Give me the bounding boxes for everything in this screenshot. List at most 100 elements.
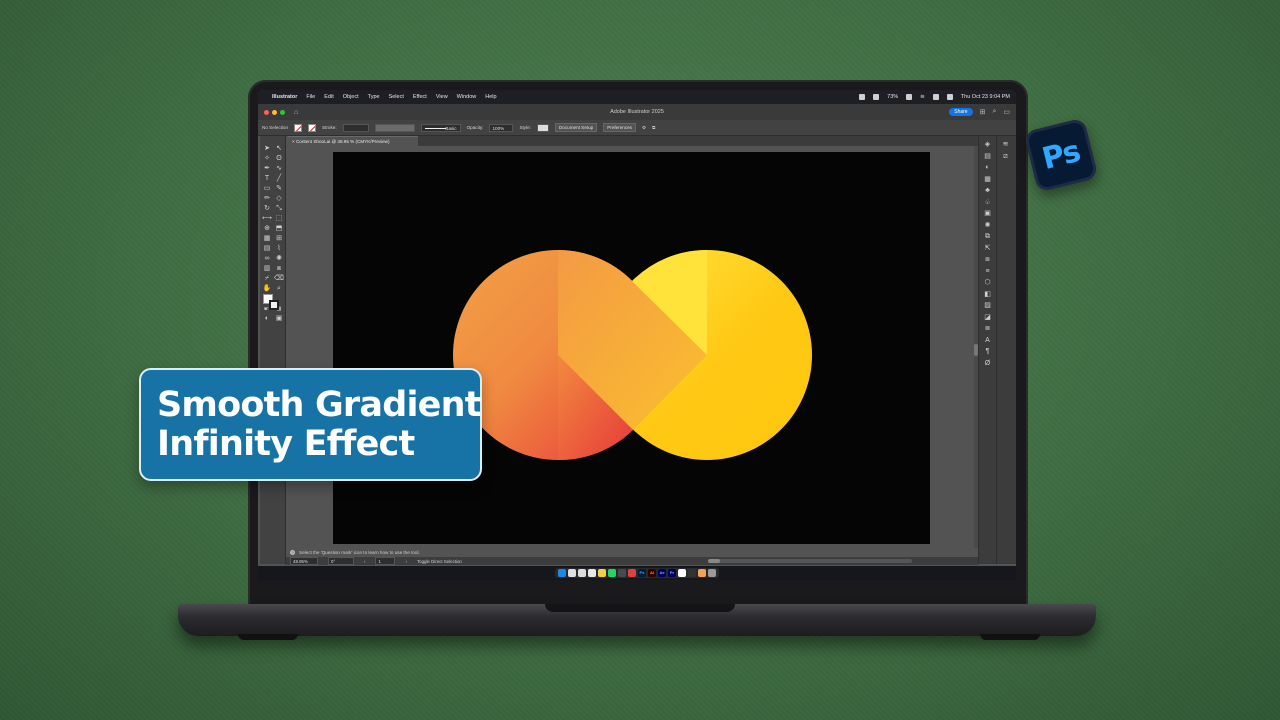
paragraph-panel-icon[interactable]: ¶ — [981, 347, 995, 357]
rotation-field[interactable]: 0° — [328, 557, 354, 565]
blend-tool-icon[interactable]: ∞ — [261, 254, 273, 264]
gradient-tool-icon[interactable]: ▤ — [261, 244, 273, 254]
brush-definition-field[interactable]: Basic — [420, 123, 461, 132]
illustrator-app-icon[interactable]: Ai — [648, 569, 656, 577]
draw-mode-icon[interactable]: ◐ — [261, 314, 273, 324]
type-tool-icon[interactable]: T — [261, 174, 273, 184]
layers-panel-icon[interactable]: ⧉ — [981, 232, 995, 242]
settings-app-icon[interactable] — [618, 569, 626, 577]
safari-app-icon[interactable] — [578, 569, 586, 577]
artboards-panel-icon[interactable]: ⧈ — [981, 255, 995, 265]
asset-export-icon[interactable]: ⧄ — [999, 152, 1013, 162]
notes-app-icon[interactable] — [598, 569, 606, 577]
slice-tool-icon[interactable]: ⌿ — [261, 274, 273, 284]
direct-selection-tool-icon[interactable]: ↖ — [273, 144, 285, 154]
eyedropper-tool-icon[interactable]: ⌇ — [273, 244, 285, 254]
screen-record-icon[interactable] — [873, 94, 880, 100]
question-mark-icon[interactable]: ? — [290, 550, 295, 555]
screen-mode-icon[interactable]: ▣ — [273, 314, 285, 324]
launchpad-app-icon[interactable] — [568, 569, 576, 577]
hand-tool-icon[interactable]: ✋ — [261, 284, 273, 294]
brushes-panel-icon[interactable]: ♣ — [981, 186, 995, 196]
align-icon[interactable]: ⚙ — [642, 125, 646, 131]
arrange-icon[interactable]: ⊞ — [980, 108, 986, 116]
perspective-grid-tool-icon[interactable]: ▦ — [261, 234, 273, 244]
pen-tool-icon[interactable]: ✒ — [261, 164, 273, 174]
menu-view[interactable]: View — [436, 94, 448, 100]
menu-file[interactable]: File — [306, 94, 315, 100]
menu-type[interactable]: Type — [368, 94, 380, 100]
menubar-clock[interactable]: Thu Oct 23 9:04 PM — [961, 94, 1010, 100]
color-panel-icon[interactable]: ◐ — [981, 163, 995, 173]
trash-icon[interactable] — [708, 569, 716, 577]
opacity-field[interactable]: 100% — [489, 123, 514, 132]
scale-tool-icon[interactable]: ⤡ — [273, 204, 285, 214]
layers-stack-icon[interactable]: ≋ — [999, 140, 1013, 150]
pencil-tool-icon[interactable]: ✏ — [261, 194, 273, 204]
menu-window[interactable]: Window — [457, 94, 477, 100]
menu-app-name[interactable]: Illustrator — [272, 94, 297, 100]
paintbrush-tool-icon[interactable]: ✎ — [273, 184, 285, 194]
calendar-app-icon[interactable] — [588, 569, 596, 577]
document-setup-button[interactable]: Document Setup — [554, 123, 598, 132]
export-panel-icon[interactable]: ⇱ — [981, 244, 995, 254]
menu-edit[interactable]: Edit — [324, 94, 333, 100]
fill-swatch[interactable] — [294, 123, 303, 132]
column-graph-tool-icon[interactable]: ▥ — [261, 264, 273, 274]
whatsapp-app-icon[interactable] — [608, 569, 616, 577]
character-panel-icon[interactable]: A — [981, 336, 995, 346]
menu-object[interactable]: Object — [343, 94, 359, 100]
fill-stroke-widget[interactable] — [261, 294, 285, 312]
artboard-prev-icon[interactable]: ‹ — [364, 559, 365, 564]
zoom-window-button[interactable] — [280, 109, 285, 115]
terminal-app-icon[interactable] — [688, 569, 696, 577]
transform-icon[interactable]: ⧉ — [652, 125, 655, 130]
horizontal-scroll-thumb[interactable] — [707, 559, 720, 563]
symbol-sprayer-tool-icon[interactable]: ✺ — [273, 254, 285, 264]
pathfinder-panel-icon[interactable]: ◧ — [981, 290, 995, 300]
creative-cloud-icon[interactable] — [859, 94, 866, 100]
photoshop-app-icon[interactable]: Ps — [638, 569, 646, 577]
artboard-tool-icon[interactable]: ⧈ — [273, 264, 285, 274]
mesh-tool-icon[interactable]: ⊞ — [273, 234, 285, 244]
search-icon[interactable] — [932, 94, 939, 100]
home-icon[interactable]: ⌂ — [294, 109, 298, 116]
menu-select[interactable]: Select — [389, 94, 404, 100]
premiere-app-icon[interactable]: Pr — [668, 569, 676, 577]
graphic-styles-panel-icon[interactable]: ▣ — [981, 209, 995, 219]
width-tool-icon[interactable]: ⟷ — [261, 214, 273, 224]
appearance-panel-icon[interactable]: ✺ — [981, 221, 995, 231]
capcut-app-icon[interactable] — [678, 569, 686, 577]
selection-tool-icon[interactable]: ➤ — [261, 144, 273, 154]
media-app-icon[interactable] — [628, 569, 636, 577]
artboard-canvas[interactable] — [333, 152, 930, 544]
transform-panel-icon[interactable]: ⬡ — [981, 278, 995, 288]
rectangle-tool-icon[interactable]: ▭ — [261, 184, 273, 194]
control-center-icon[interactable] — [946, 94, 953, 100]
symbols-panel-icon[interactable]: ♧ — [981, 198, 995, 208]
share-button[interactable]: Share — [949, 108, 973, 116]
shape-builder-tool-icon[interactable]: ⊕ — [261, 224, 273, 234]
wifi-icon[interactable]: ≋ — [920, 94, 925, 100]
live-paint-tool-icon[interactable]: ⬒ — [273, 224, 285, 234]
stroke-weight-field[interactable] — [342, 123, 369, 132]
zoom-level-field[interactable]: 48.95% — [290, 557, 318, 565]
battery-icon[interactable] — [906, 94, 913, 100]
stroke-color-box[interactable] — [269, 300, 279, 310]
eraser-tool-icon[interactable]: ◇ — [273, 194, 285, 204]
rotate-tool-icon[interactable]: ↻ — [261, 204, 273, 214]
close-window-button[interactable] — [264, 109, 269, 115]
eraser-alt-tool-icon[interactable]: ⌫ — [273, 274, 285, 284]
finder-app-icon[interactable] — [558, 569, 566, 577]
line-tool-icon[interactable]: ╱ — [273, 174, 285, 184]
artboard-next-icon[interactable]: › — [405, 559, 406, 564]
document-tab[interactable]: × Content ShooLai @ 48.95 % (CMYK/Previe… — [288, 136, 418, 146]
opentype-panel-icon[interactable]: Ø — [981, 359, 995, 369]
menu-help[interactable]: Help — [485, 94, 496, 100]
transparency-panel-icon[interactable]: ◪ — [981, 313, 995, 323]
downloads-folder-icon[interactable] — [698, 569, 706, 577]
swatches-panel-icon[interactable]: ▦ — [981, 175, 995, 185]
horizontal-scrollbar[interactable] — [711, 559, 912, 563]
variable-width-field[interactable] — [374, 123, 415, 132]
properties-panel-icon[interactable]: ◈ — [981, 140, 995, 150]
